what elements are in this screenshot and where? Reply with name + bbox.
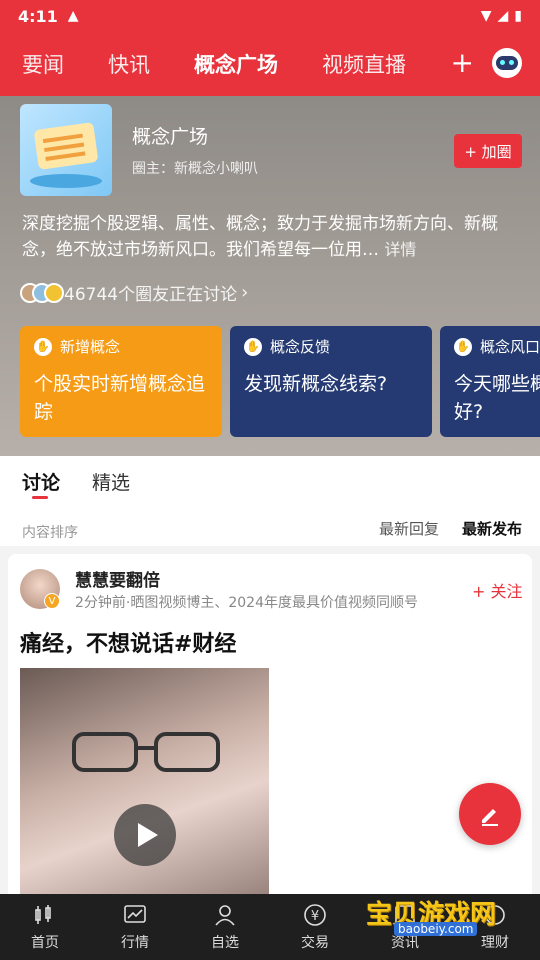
card-concept-trend[interactable]: ✋ 概念风口 今天哪些概念表现好? [440,326,540,437]
circle-logo [20,104,112,196]
nav-watchlist[interactable]: 自选 [180,894,270,960]
description-text: 深度挖掘个股逻辑、属性、概念；致力于发掘市场新方向、新概念，绝不放过市场新风口。… [22,214,498,260]
join-circle-button[interactable]: + 加圈 [454,134,522,168]
author-name[interactable]: 慧慧要翻倍 [75,566,160,591]
hand-icon: ✋ [454,337,472,356]
add-tab-icon[interactable]: + [451,46,474,79]
play-icon[interactable] [114,804,176,866]
nav-label: 交易 [301,935,329,951]
follow-button[interactable]: + 关注 [472,578,523,602]
verified-badge-icon: V [44,593,60,609]
tab-featured[interactable]: 精选 [92,468,130,495]
card-new-concept[interactable]: ✋ 新增概念 个股实时新增概念追踪 [20,326,222,437]
member-avatars [20,282,64,303]
nav-market[interactable]: 行情 [90,894,180,960]
nav-label: 自选 [211,935,239,951]
post-card[interactable]: V 慧慧要翻倍 2分钟前·晒图视频博主、2024年度最具价值视频同顺号 + 关注… [8,554,532,914]
avatar [44,282,64,303]
members-count: 46744个圈友正在讨论 [64,285,238,305]
nav-home[interactable]: 首页 [0,894,90,960]
circle-owner: 圈主：新概念小喇叭 [132,161,258,177]
signal-icon: ◢ [497,8,509,24]
card-body: 今天哪些概念表现好? [454,373,540,423]
wifi-icon: ▼ [480,8,492,24]
card-body: 发现新概念线索? [244,373,388,395]
status-bar: 4:11 ▲ ▼ ◢ ▮ [0,0,540,32]
top-nav: 要闻 快讯 概念广场 视频直播 + [0,32,540,96]
chart-icon [122,902,148,928]
sort-latest-reply[interactable]: 最新回复 [379,518,439,539]
warning-icon: ▲ [67,8,79,24]
card-body: 个股实时新增概念追踪 [34,373,206,423]
nav-trade[interactable]: ¥ 交易 [270,894,360,960]
hand-icon: ✋ [244,337,262,356]
chevron-right-icon: › [241,282,249,303]
tab-discussion[interactable]: 讨论 [22,468,60,495]
compose-button[interactable] [459,783,521,845]
content-tabs: 讨论 精选 [0,456,540,512]
circle-description: 深度挖掘个股逻辑、属性、概念；致力于发掘市场新方向、新概念，绝不放过市场新风口。… [22,212,522,263]
svg-text:¥: ¥ [311,909,319,924]
pencil-icon [482,809,498,826]
post-video[interactable] [20,668,269,914]
card-concept-feedback[interactable]: ✋ 概念反馈 发现新概念线索? [230,326,432,437]
tab-concept-square[interactable]: 概念广场 [194,49,278,79]
members-discussing[interactable]: 46744个圈友正在讨论 › [20,280,248,305]
user-icon [212,902,238,928]
status-icons: ▼ ◢ ▮ [481,8,522,24]
sort-label: 内容排序 [22,525,78,541]
details-link[interactable]: 详情 [384,240,416,259]
nav-label: 首页 [31,935,59,951]
battery-icon: ▮ [514,8,522,24]
circle-header: 概念广场 圈主：新概念小喇叭 + 加圈 深度挖掘个股逻辑、属性、概念；致力于发掘… [0,96,540,456]
nav-label: 行情 [121,935,149,951]
robot-assistant-icon[interactable] [492,48,522,78]
circle-title: 概念广场 [132,126,209,148]
tab-news[interactable]: 要闻 [22,49,64,79]
status-time: 4:11 [18,6,58,26]
sort-bar: 内容排序 最新回复 最新发布 [0,512,540,546]
watermark-url: baobeiy.com [394,922,478,936]
candlestick-icon [32,902,58,928]
active-tab-indicator [32,496,48,499]
yen-icon: ¥ [302,902,328,928]
post-meta: 2分钟前·晒图视频博主、2024年度最具价值视频同顺号 [75,595,418,611]
card-tag: 概念风口 [480,338,540,356]
hand-icon: ✋ [34,337,52,356]
tab-video-live[interactable]: 视频直播 [322,49,406,79]
card-tag: 新增概念 [60,338,121,356]
tab-flash[interactable]: 快讯 [108,49,150,79]
video-thumbnail-figure [72,732,220,772]
card-tag: 概念反馈 [270,338,331,356]
sort-latest-post[interactable]: 最新发布 [462,518,522,539]
concept-cards: ✋ 新增概念 个股实时新增概念追踪 ✋ 概念反馈 发现新概念线索? ✋ 概念风口 今天… [20,326,540,437]
post-text[interactable]: 痛经，不想说话#财经 [20,626,236,658]
watermark-logo: 宝贝游戏网 baobeiy.com [362,874,522,944]
